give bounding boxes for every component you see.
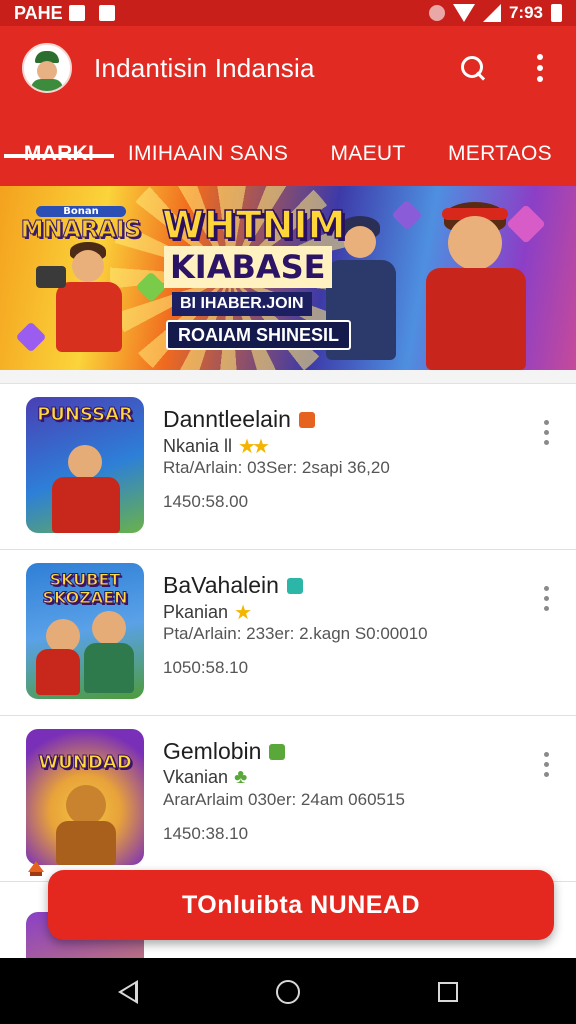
thumbnail-character-body xyxy=(36,649,80,695)
app-meta: ArarArlaim 030er: 24am 060515 xyxy=(163,790,405,809)
system-nav-bar xyxy=(0,958,576,1024)
app-thumbnail: SKUBET SKOZAEN xyxy=(26,563,144,699)
app-thumbnail: PUNSSAR xyxy=(26,397,144,533)
banner-logo: Bonan MNARAIS xyxy=(10,206,152,244)
search-icon xyxy=(459,54,487,82)
clover-icon: ♣ xyxy=(234,766,247,788)
signal-icon xyxy=(482,4,501,22)
thumbnail-title: PUNSSAR xyxy=(37,404,134,425)
app-developer: Vkanian ♣ xyxy=(163,766,247,789)
app-developer-text: Vkanian xyxy=(163,767,229,787)
gallery-notification-icon xyxy=(98,5,115,21)
tab-maeut[interactable]: MAEUT xyxy=(318,126,418,182)
thumbnail-character xyxy=(46,619,80,653)
status-right: 7:93 xyxy=(428,3,562,23)
thumbnail-title: SKUBET SKOZAEN xyxy=(42,570,128,607)
status-left: PAHE xyxy=(14,3,115,24)
app-name: Gemlobin xyxy=(163,738,286,765)
badge-icon xyxy=(298,411,315,428)
nav-home-button[interactable] xyxy=(268,972,308,1012)
star-rating-icon: ★★ xyxy=(238,436,270,458)
avatar-body xyxy=(31,79,63,91)
app-name-text: BaVahalein xyxy=(163,572,279,598)
banner-subtitle-1: BI IHABER.JOIN xyxy=(172,292,312,316)
list-item[interactable]: SKUBET SKOZAEN BaVahalein Pkanian ★ Pta/… xyxy=(0,550,576,716)
banner-hero-left xyxy=(36,242,136,370)
active-tab-indicator xyxy=(4,154,114,158)
thumbnail-character xyxy=(68,445,102,479)
tab-mertaos[interactable]: MERTAOS xyxy=(440,126,560,182)
item-overflow-button[interactable] xyxy=(530,746,562,782)
nav-back-button[interactable] xyxy=(108,972,148,1012)
banner-logo-small: Bonan xyxy=(36,206,126,217)
list-item[interactable]: WUNDAD Gemlobin Vkanian ♣ ArarArlaim 030… xyxy=(0,716,576,882)
status-time: 7:93 xyxy=(508,3,543,22)
thumbnail-character-body xyxy=(56,821,116,865)
overflow-menu-button[interactable] xyxy=(520,48,560,88)
more-vert-icon xyxy=(543,751,549,777)
badge-icon xyxy=(286,577,303,594)
app-developer: Pkanian ★ xyxy=(163,600,252,625)
avatar-face xyxy=(37,61,57,81)
list-item[interactable]: PUNSSAR Danntleelain Nkania ll ★★ Rta/Ar… xyxy=(0,384,576,550)
tab-imihaain-sans[interactable]: IMIHAAIN SANS xyxy=(124,126,292,182)
banner-subtitle-2: ROAIAM SHINESIL xyxy=(166,320,352,350)
banner-headline-1: WHTNIM xyxy=(161,203,346,247)
item-overflow-button[interactable] xyxy=(530,580,562,616)
more-vert-icon xyxy=(537,54,543,82)
app-meta: Pta/Arlain: 233er: 2.kagn S0:00010 xyxy=(163,624,428,643)
app-name-text: Danntleelain xyxy=(163,406,291,432)
do-not-disturb-icon xyxy=(428,5,445,21)
app-name: BaVahalein xyxy=(163,572,303,599)
avatar[interactable] xyxy=(22,43,72,93)
wifi-icon xyxy=(452,4,475,22)
star-rating-icon: ★ xyxy=(234,602,252,624)
app-size: 1450:38.10 xyxy=(163,824,249,843)
app-root: PAHE 7:93 Indantisin Indansia IMIHAAIN S… xyxy=(0,0,576,1024)
app-size: 1450:58.00 xyxy=(163,492,249,511)
notification-icon xyxy=(68,5,85,21)
nav-recents-button[interactable] xyxy=(428,972,468,1012)
badge-icon xyxy=(269,743,286,760)
thumbnail-character xyxy=(66,785,106,825)
search-button[interactable] xyxy=(453,48,493,88)
banner-logo-title: MNARAIS xyxy=(20,217,142,244)
app-size: 1050:58.10 xyxy=(163,658,249,677)
app-developer: Nkania ll ★★ xyxy=(163,434,270,459)
back-icon xyxy=(118,980,138,1004)
app-meta: Rta/Arlain: 03Ser: 2sapi 36,20 xyxy=(163,458,390,477)
app-name: Danntleelain xyxy=(163,406,315,433)
primary-action-button[interactable]: TOnluibta NUNEAD xyxy=(48,870,554,940)
thumbnail-character xyxy=(92,611,126,645)
recents-icon xyxy=(438,982,458,1002)
home-icon xyxy=(276,980,300,1004)
thumbnail-character-body xyxy=(84,643,134,693)
toolbar: Indantisin Indansia xyxy=(0,40,576,96)
app-developer-text: Pkanian xyxy=(163,602,229,622)
status-bar: PAHE 7:93 xyxy=(0,0,576,26)
app-name-text: Gemlobin xyxy=(163,738,262,764)
item-overflow-button[interactable] xyxy=(530,414,562,450)
app-developer-text: Nkania ll xyxy=(163,436,233,456)
status-carrier-text: PAHE xyxy=(14,2,63,23)
more-vert-icon xyxy=(543,585,549,611)
more-vert-icon xyxy=(543,419,549,445)
app-thumbnail: WUNDAD xyxy=(26,729,144,865)
banner-headline-2: KIABASE xyxy=(164,246,332,288)
thumbnail-title: WUNDAD xyxy=(38,752,132,773)
app-bar: Indantisin Indansia MARKI IMIHAAIN SANS … xyxy=(0,26,576,186)
app-title: Indantisin Indansia xyxy=(94,52,315,83)
thumbnail-character-body xyxy=(52,477,120,533)
battery-icon xyxy=(551,4,562,22)
list-divider xyxy=(0,370,576,384)
peek-app-icon xyxy=(26,858,46,878)
